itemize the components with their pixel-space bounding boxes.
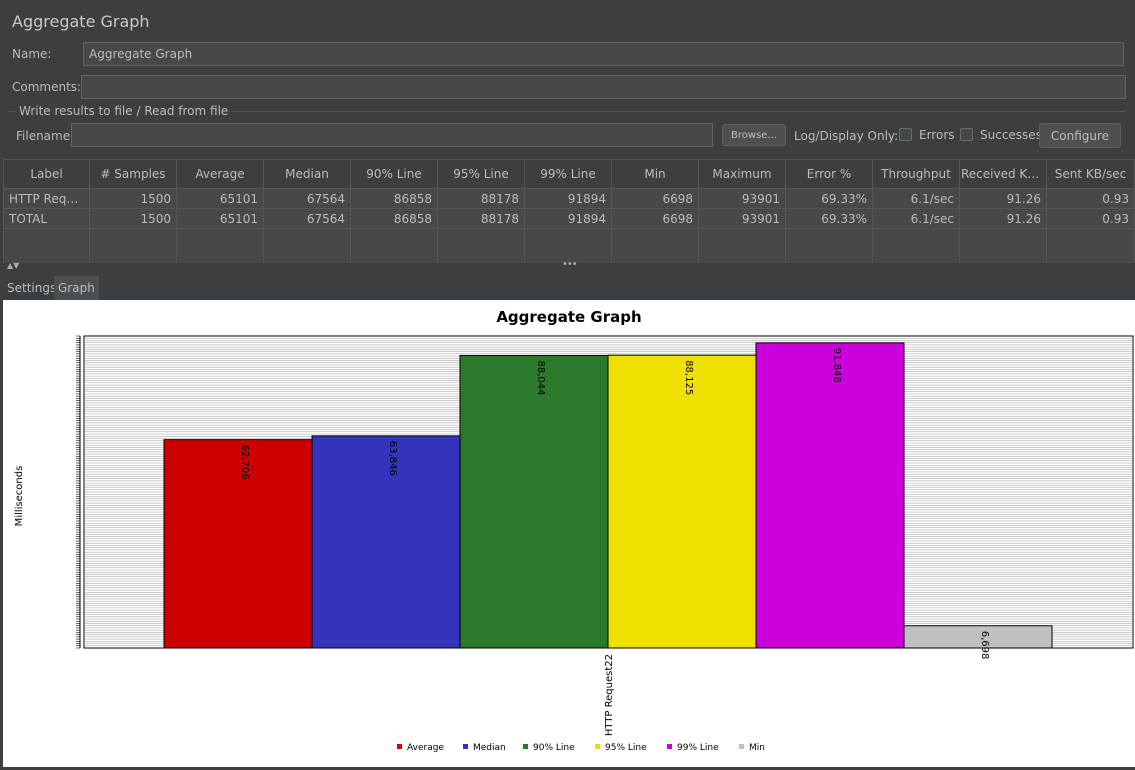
y-axis <box>76 335 81 649</box>
table-cell: 6698 <box>611 188 699 209</box>
table-cell: 86858 <box>350 208 438 229</box>
comments-label: Comments: <box>12 80 82 94</box>
log-display-label: Log/Display Only: <box>794 129 899 143</box>
column-header-error[interactable]: Error % <box>785 159 873 189</box>
table-cell: 1500 <box>89 188 177 209</box>
legend-item: Min <box>749 743 765 753</box>
table-cell: 6.1/sec <box>872 208 960 229</box>
file-group-title: Write results to file / Read from file <box>16 104 232 118</box>
table-cell: 1500 <box>89 208 177 229</box>
errors-label: Errors <box>919 128 955 142</box>
legend: Average Median 90% Line 95% Line 99% Line Min <box>397 743 765 753</box>
aggregate-chart: Aggregate Graph Milliseconds 62,706 63,84… <box>14 308 1134 753</box>
browse-button[interactable]: Browse... <box>722 124 786 146</box>
legend-item: 95% Line <box>605 743 647 753</box>
bar-90-line <box>459 354 609 649</box>
legend-swatch <box>397 744 402 749</box>
results-table: Label # Samples Average Median 90% Line … <box>3 159 1135 266</box>
column-header-95-line[interactable]: 95% Line <box>437 159 525 189</box>
table-cell: 91894 <box>524 208 612 229</box>
y-axis-label: Milliseconds <box>14 466 25 527</box>
bar-99-line <box>755 342 905 649</box>
bar-value-label: 62,706 <box>239 445 250 480</box>
table-cell: 91.26 <box>959 188 1047 209</box>
legend-swatch <box>667 744 672 749</box>
bar-average <box>163 439 313 649</box>
x-category-label: HTTP Request22 <box>604 654 615 736</box>
table-cell: HTTP Reque... <box>3 188 90 209</box>
table-cell: 67564 <box>263 208 351 229</box>
filename-input[interactable] <box>71 123 713 147</box>
chart-panel: Aggregate Graph Milliseconds 62,706 63,84… <box>3 300 1135 767</box>
bar-value-label: 88,125 <box>683 360 694 395</box>
bar-median <box>311 435 461 649</box>
tab-graph[interactable]: Graph <box>54 276 99 302</box>
legend-swatch <box>463 744 468 749</box>
table-cell: 86858 <box>350 188 438 209</box>
legend-item: Median <box>473 743 506 753</box>
filename-label: Filename <box>16 129 71 143</box>
column-header-received[interactable]: Received KB/... <box>959 159 1047 189</box>
column-header-label[interactable]: Label <box>3 159 90 189</box>
column-header-samples[interactable]: # Samples <box>89 159 177 189</box>
name-label: Name: <box>12 47 52 61</box>
table-cell: 91.26 <box>959 208 1047 229</box>
bar-value-label: 63,846 <box>387 441 398 476</box>
column-header-average[interactable]: Average <box>176 159 264 189</box>
successes-label: Successes <box>980 128 1042 142</box>
table-cell: 69.33% <box>785 208 873 229</box>
table-cell: 0.93 <box>1046 208 1135 229</box>
successes-checkbox[interactable] <box>960 128 973 141</box>
column-header-90-line[interactable]: 90% Line <box>350 159 438 189</box>
bar-value-label: 6,698 <box>979 631 990 660</box>
configure-button[interactable]: Configure <box>1039 123 1121 148</box>
x-axis: HTTP Request22 <box>604 654 615 736</box>
legend-item: Average <box>407 743 444 753</box>
column-header-median[interactable]: Median <box>263 159 351 189</box>
legend-swatch <box>595 744 600 749</box>
bar-95-line <box>607 354 757 649</box>
table-row[interactable]: TOTAL 1500 65101 67564 86858 88178 91894… <box>3 208 1135 229</box>
window-title: Aggregate Graph <box>12 12 150 31</box>
column-header-maximum[interactable]: Maximum <box>698 159 786 189</box>
table-cell: 93901 <box>698 208 786 229</box>
legend-swatch <box>523 744 528 749</box>
table-cell: 0.93 <box>1046 188 1135 209</box>
table-header-row: Label # Samples Average Median 90% Line … <box>3 159 1135 189</box>
legend-item: 90% Line <box>533 743 575 753</box>
table-cell: 65101 <box>176 188 264 209</box>
column-header-throughput[interactable]: Throughput <box>872 159 960 189</box>
column-header-min[interactable]: Min <box>611 159 699 189</box>
bar-value-label: 88,044 <box>535 360 546 395</box>
column-header-sent[interactable]: Sent KB/sec <box>1046 159 1135 189</box>
legend-swatch <box>739 744 744 749</box>
drag-handle-icon[interactable]: ••• <box>562 259 578 270</box>
table-row[interactable]: HTTP Reque... 1500 65101 67564 86858 881… <box>3 188 1135 209</box>
comments-input[interactable] <box>81 75 1126 99</box>
table-cell: 93901 <box>698 188 786 209</box>
table-cell: 69.33% <box>785 188 873 209</box>
table-cell: 88178 <box>437 208 525 229</box>
errors-checkbox[interactable] <box>899 128 912 141</box>
tab-settings[interactable]: Settings <box>3 276 60 300</box>
split-pane-divider[interactable]: ▲▼ ••• <box>0 259 1135 275</box>
table-cell: 88178 <box>437 188 525 209</box>
table-cell: 6698 <box>611 208 699 229</box>
table-cell: TOTAL <box>3 208 90 229</box>
bar-value-label: 91,848 <box>831 348 842 383</box>
collapse-arrows-icon[interactable]: ▲▼ <box>7 261 19 270</box>
chart-title: Aggregate Graph <box>496 308 641 326</box>
column-header-99-line[interactable]: 99% Line <box>524 159 612 189</box>
legend-item: 99% Line <box>677 743 719 753</box>
name-input[interactable] <box>83 42 1124 66</box>
table-cell: 67564 <box>263 188 351 209</box>
table-cell: 65101 <box>176 208 264 229</box>
table-cell: 6.1/sec <box>872 188 960 209</box>
bar-min <box>903 625 1053 649</box>
table-cell: 91894 <box>524 188 612 209</box>
